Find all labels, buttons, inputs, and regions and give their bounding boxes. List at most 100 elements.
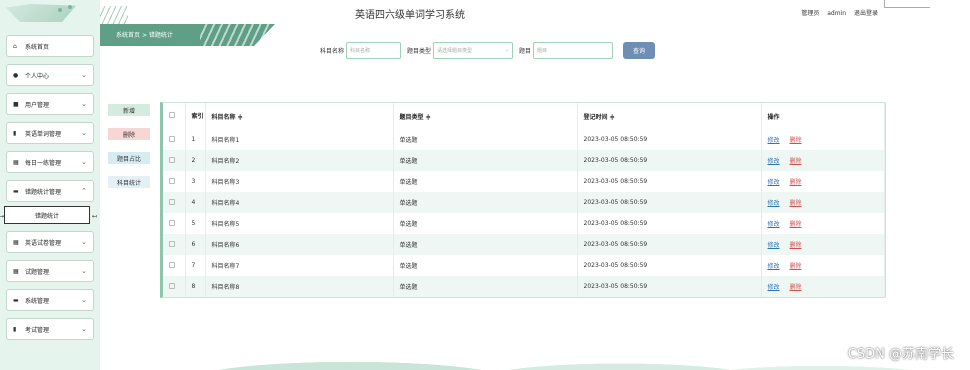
- question-input[interactable]: 题目: [533, 41, 614, 59]
- search-button[interactable]: 查询: [623, 41, 656, 59]
- chevron-down-icon: ⌄: [81, 100, 87, 108]
- logout-link[interactable]: 退出登录: [854, 10, 878, 17]
- row-checkbox[interactable]: [163, 171, 186, 192]
- row-checkbox[interactable]: [163, 255, 186, 276]
- subject-label: 科目名称: [320, 47, 345, 55]
- edit-link[interactable]: 修改: [768, 137, 780, 144]
- row-ops: 修改 删除: [761, 234, 885, 255]
- edit-link[interactable]: 修改: [768, 179, 780, 186]
- sidebar-item[interactable]: ▮ 英语单词管理 ⌄: [6, 122, 94, 144]
- row-time: 2023-03-05 08:50:59: [577, 171, 762, 192]
- row-subject: 科目名称6: [205, 234, 394, 255]
- delete-link[interactable]: 删除: [790, 200, 802, 207]
- row-index: 8: [185, 276, 206, 297]
- edit-link[interactable]: 修改: [768, 221, 780, 228]
- chevron-down-icon: ⌄: [81, 267, 87, 275]
- sidebar-item-label: 系统管理: [25, 297, 50, 305]
- arrow-left-icon: ↤: [91, 213, 97, 220]
- type-select[interactable]: 请选择题目类型 ⌄: [433, 41, 514, 59]
- delete-link[interactable]: 删除: [790, 284, 802, 291]
- watermark: CSDN @苏南学长: [847, 347, 954, 362]
- header-time[interactable]: 登记时间 ≑: [577, 103, 762, 129]
- delete-link[interactable]: 删除: [790, 179, 802, 186]
- delete-link[interactable]: 删除: [790, 242, 802, 249]
- row-checkbox[interactable]: [163, 192, 186, 213]
- row-checkbox[interactable]: [163, 150, 186, 171]
- chevron-down-icon: ⌄: [81, 296, 87, 304]
- window-corner: [884, 0, 930, 8]
- delete-link[interactable]: 删除: [790, 263, 802, 270]
- row-index: 4: [185, 192, 206, 213]
- row-type: 单选题: [393, 276, 578, 297]
- row-index: 2: [185, 150, 206, 171]
- header-type[interactable]: 题目类型 ≑: [393, 103, 578, 129]
- row-time: 2023-03-05 08:50:59: [577, 255, 762, 276]
- row-ops: 修改 删除: [761, 192, 885, 213]
- edit-link[interactable]: 修改: [768, 284, 780, 291]
- delete-link[interactable]: 删除: [790, 158, 802, 165]
- sidebar-item[interactable]: ▮ 考试管理 ⌄: [6, 318, 94, 340]
- row-checkbox[interactable]: [163, 234, 186, 255]
- row-type: 单选题: [393, 171, 578, 192]
- row-checkbox[interactable]: [163, 276, 186, 297]
- row-index: 3: [185, 171, 206, 192]
- header-subject[interactable]: 科目名称 ≑: [205, 103, 394, 129]
- row-time: 2023-03-05 08:50:59: [577, 213, 762, 234]
- breadcrumb-separator: >: [141, 32, 147, 39]
- sidebar-item[interactable]: ● 个人中心 ⌄: [6, 64, 94, 86]
- table-row: 5 科目名称5 单选题 2023-03-05 08:50:59 修改 删除: [163, 213, 885, 234]
- user-icon: ●: [13, 71, 19, 79]
- row-ops: 修改 删除: [761, 150, 885, 171]
- sidebar-item[interactable]: ■ 用户管理 ⌄: [6, 93, 94, 115]
- footer-hills: [100, 344, 970, 370]
- breadcrumb-home[interactable]: 系统首页: [116, 32, 140, 39]
- sidebar-item[interactable]: ▦ 试题管理 ⌄: [6, 260, 94, 282]
- delete-link[interactable]: 删除: [790, 221, 802, 228]
- subject-stat-button[interactable]: 科目统计: [108, 176, 150, 188]
- grid-icon: ▦: [13, 267, 19, 275]
- chevron-down-icon: ⌄: [81, 238, 87, 246]
- row-subject: 科目名称8: [205, 276, 394, 297]
- chat-icon: ▬: [13, 296, 19, 304]
- user-role: 管理员: [801, 10, 820, 17]
- chevron-down-icon: ⌄: [81, 325, 87, 333]
- sidebar-item-label: 错题统计管理: [25, 188, 62, 196]
- header-index: 索引: [185, 103, 206, 129]
- edit-link[interactable]: 修改: [768, 242, 780, 249]
- sidebar-item[interactable]: ⌂ 系统首页: [6, 35, 94, 57]
- row-ops: 修改 删除: [761, 171, 885, 192]
- table-row: 2 科目名称2 单选题 2023-03-05 08:50:59 修改 删除: [163, 150, 885, 171]
- submenu-item-label: 错题统计: [34, 212, 59, 220]
- add-button[interactable]: 新增: [108, 104, 150, 116]
- edit-link[interactable]: 修改: [768, 263, 780, 270]
- submenu-item-active[interactable]: ↦ 错题统计 ↤: [0, 206, 97, 224]
- row-type: 单选题: [393, 213, 578, 234]
- grid-icon: ▦: [13, 238, 19, 246]
- table-row: 8 科目名称8 单选题 2023-03-05 08:50:59 修改 删除: [163, 276, 885, 297]
- arrow-right-icon: ↦: [0, 213, 5, 220]
- top-decoration: [100, 6, 128, 24]
- table-row: 6 科目名称6 单选题 2023-03-05 08:50:59 修改 删除: [163, 234, 885, 255]
- edit-link[interactable]: 修改: [768, 158, 780, 165]
- row-ops: 修改 删除: [761, 255, 885, 276]
- edit-link[interactable]: 修改: [768, 200, 780, 207]
- question-ratio-button[interactable]: 题目占比: [108, 152, 150, 164]
- row-checkbox[interactable]: [163, 129, 186, 150]
- sidebar-item[interactable]: ▬ 系统管理 ⌄: [6, 289, 94, 311]
- row-index: 5: [185, 213, 206, 234]
- sidebar-item[interactable]: ▬ 错题统计管理 ⌃: [6, 180, 94, 202]
- sidebar-item[interactable]: ▦ 英语试卷管理 ⌄: [6, 231, 94, 253]
- subject-input[interactable]: 科目名称: [346, 41, 402, 59]
- row-time: 2023-03-05 08:50:59: [577, 129, 762, 150]
- table-header-row: 索引 科目名称 ≑ 题目类型 ≑ 登记时间 ≑ 操作: [163, 103, 885, 129]
- select-all-checkbox[interactable]: [163, 103, 186, 129]
- row-subject: 科目名称4: [205, 192, 394, 213]
- table-row: 7 科目名称7 单选题 2023-03-05 08:50:59 修改 删除: [163, 255, 885, 276]
- row-checkbox[interactable]: [163, 213, 186, 234]
- doc-icon: ▮: [13, 325, 17, 333]
- table-row: 1 科目名称1 单选题 2023-03-05 08:50:59 修改 删除: [163, 129, 885, 150]
- delete-link[interactable]: 删除: [790, 137, 802, 144]
- row-type: 单选题: [393, 255, 578, 276]
- delete-button[interactable]: 删除: [108, 128, 150, 140]
- sidebar-item[interactable]: ▦ 每日一练管理 ⌄: [6, 151, 94, 173]
